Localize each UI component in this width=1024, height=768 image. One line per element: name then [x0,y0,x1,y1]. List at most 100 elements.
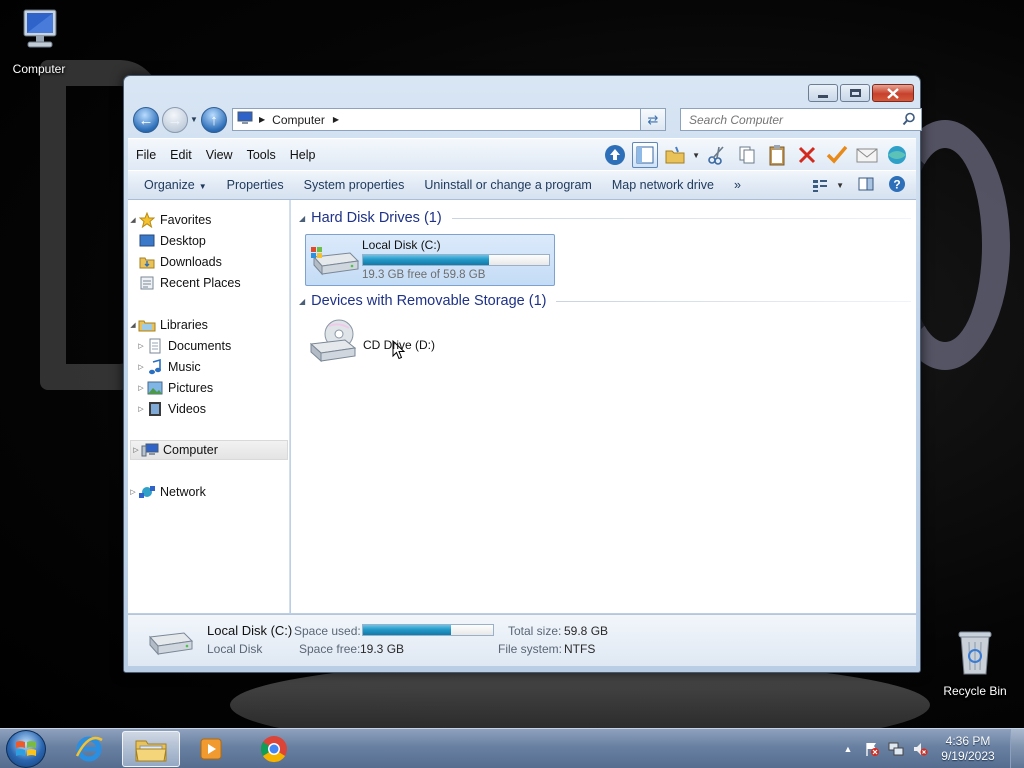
cut-button[interactable] [704,142,730,168]
tray-volume[interactable] [908,741,932,757]
search-box[interactable] [680,108,922,131]
collapsed-triangle-icon[interactable]: ▷ [131,446,141,454]
back-button[interactable]: ← [133,107,159,133]
refresh-button[interactable]: ⇄ [640,108,666,131]
internet-explorer-icon [75,736,103,762]
details-pane: Local Disk (C:) Local Disk Space used: S… [128,614,916,666]
nav-item-pictures[interactable]: ▷ Pictures [128,378,288,398]
checkmark-icon [826,145,848,164]
close-button[interactable] [872,84,914,102]
map-network-drive-button[interactable]: Map network drive [602,178,724,192]
breadcrumb-chevron-icon[interactable]: ▶ [333,115,339,124]
taskbar: ▲ 4:36 PM 9/19/2023 [0,728,1024,768]
help-button[interactable]: ? [888,175,906,196]
drive-cd-d[interactable]: CD Drive (D:) [305,318,505,368]
menu-edit[interactable]: Edit [163,148,199,162]
nav-label: Computer [163,443,218,457]
menu-bar: File Edit View Tools Help ▼ [128,138,916,170]
group-header-hard-disk-drives[interactable]: ◢ Hard Disk Drives (1) [299,210,911,226]
drive-usage-fill [363,255,489,265]
explorer-window: ← → ▼ ↑ ▶ Computer ▶ ▼ ⇄ File [123,75,922,673]
desktop-icon-recycle-bin[interactable]: Recycle Bin [937,628,1013,698]
collapsed-triangle-icon[interactable]: ▷ [136,384,146,392]
recent-pages-dropdown-icon[interactable]: ▼ [190,115,198,124]
nav-item-computer[interactable]: ▷ Computer [130,440,288,460]
system-properties-button[interactable]: System properties [294,178,415,192]
globe-button[interactable] [884,142,910,168]
up-button[interactable]: ↑ [201,107,227,133]
paste-button[interactable] [764,142,790,168]
search-input[interactable] [689,112,899,127]
nav-item-libraries[interactable]: ◢ Libraries [128,315,288,335]
clock-date: 9/19/2023 [941,749,995,763]
menu-file[interactable]: File [128,148,163,162]
desktop-icon-computer[interactable]: Computer [1,8,77,76]
tray-action-center[interactable] [860,741,884,757]
command-bar-right: ▼ ? [812,175,906,196]
collapsed-triangle-icon[interactable]: ▷ [136,342,146,350]
forward-arrow-icon: → [167,111,183,129]
nav-item-desktop[interactable]: Desktop [128,231,288,251]
taskbar-media-player[interactable] [183,731,241,767]
computer-small-icon [237,111,253,128]
show-hidden-icons-button[interactable]: ▲ [836,744,860,754]
uninstall-program-button[interactable]: Uninstall or change a program [414,178,601,192]
nav-item-network[interactable]: ▷ Network [128,482,288,502]
search-icon[interactable] [902,112,916,129]
window-controls [808,84,914,102]
up-folder-button[interactable] [602,142,628,168]
collapse-group-icon[interactable]: ◢ [299,297,305,306]
email-button[interactable] [854,142,880,168]
preview-pane-button[interactable] [858,177,874,194]
folder-options-dropdown-icon[interactable]: ▼ [692,151,700,160]
menu-tools[interactable]: Tools [240,148,283,162]
show-desktop-button[interactable] [1010,729,1024,768]
breadcrumb-computer[interactable]: Computer [272,113,325,127]
menu-view[interactable]: View [199,148,240,162]
menu-help[interactable]: Help [283,148,323,162]
change-view-button[interactable]: ▼ [812,179,844,193]
preview-pane-icon [858,177,874,191]
collapse-group-icon[interactable]: ◢ [299,214,305,223]
nav-item-documents[interactable]: ▷ Documents [128,336,288,356]
forward-button[interactable]: → [162,107,188,133]
collapsed-triangle-icon[interactable]: ▷ [136,363,146,371]
more-commands-button[interactable]: » [724,178,751,192]
address-bar[interactable]: ▶ Computer ▶ ▼ [232,108,664,131]
computer-icon [141,442,159,458]
expanded-triangle-icon[interactable]: ◢ [128,321,138,329]
nav-item-downloads[interactable]: Downloads [128,252,288,272]
nav-item-music[interactable]: ▷ Music [128,357,288,377]
taskbar-windows-explorer[interactable] [122,731,180,767]
delete-button[interactable] [794,142,820,168]
tray-network[interactable] [884,741,908,757]
chrome-icon [260,736,287,763]
windows-logo-icon [16,741,36,756]
copy-button[interactable] [734,142,760,168]
breadcrumb-chevron-icon[interactable]: ▶ [259,115,265,124]
collapsed-triangle-icon[interactable]: ▷ [136,405,146,413]
folder-options-button[interactable] [662,142,688,168]
taskbar-chrome[interactable] [245,731,303,767]
nav-item-videos[interactable]: ▷ Videos [128,399,288,419]
command-bar: Organize ▼ Properties System properties U… [128,170,916,200]
group-header-removable-storage[interactable]: ◢ Devices with Removable Storage (1) [299,293,911,309]
computer-icon [1,8,77,59]
pictures-icon [146,380,164,396]
nav-item-recent-places[interactable]: Recent Places [128,273,288,293]
nav-item-favorites[interactable]: ◢ Favorites [128,210,288,230]
collapsed-triangle-icon[interactable]: ▷ [128,488,138,496]
maximize-button[interactable] [840,84,870,102]
clock[interactable]: 4:36 PM 9/19/2023 [932,734,1004,764]
panes-button[interactable] [632,142,659,168]
start-button[interactable] [6,730,46,768]
maximize-icon [849,89,861,97]
properties-button[interactable]: Properties [217,178,294,192]
drive-local-disk-c[interactable]: Local Disk (C:) 19.3 GB free of 59.8 GB [305,234,555,286]
details-drive-type: Local Disk [207,642,263,656]
organize-button[interactable]: Organize ▼ [128,178,217,192]
properties-check-button[interactable] [824,142,850,168]
taskbar-internet-explorer[interactable] [60,731,118,767]
minimize-button[interactable] [808,84,838,102]
expanded-triangle-icon[interactable]: ◢ [128,216,138,224]
